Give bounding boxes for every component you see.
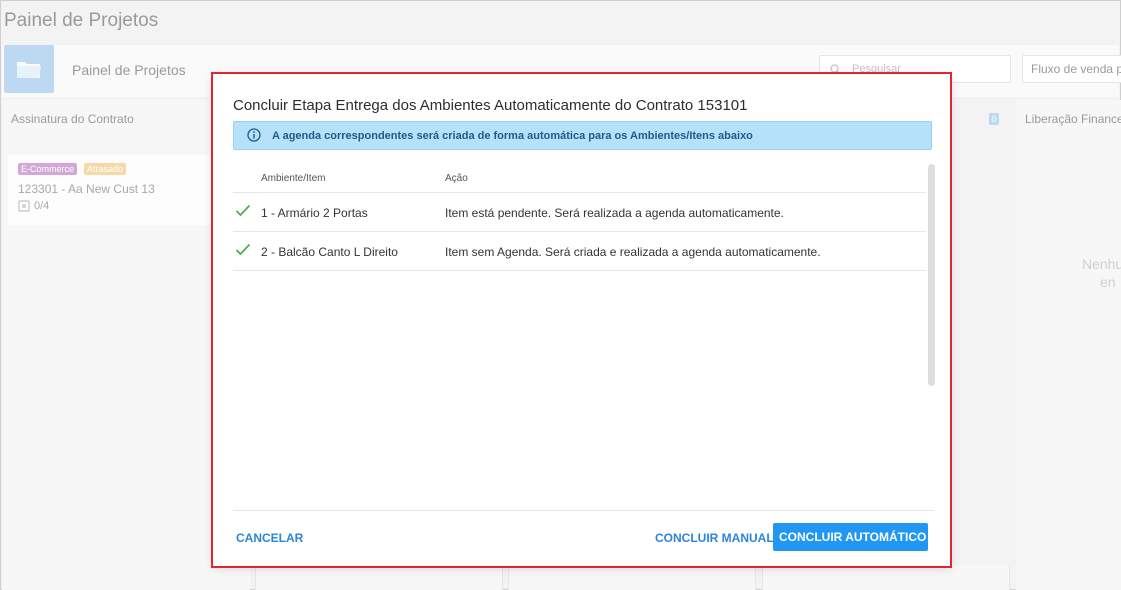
- ecommerce-badge: E-Commerce: [18, 163, 78, 175]
- empty-message: Nenhu en: [1082, 256, 1121, 290]
- column-title: Assinatura do Contrato: [11, 112, 134, 126]
- checklist-icon: [18, 200, 30, 212]
- late-badge: Atrasado: [84, 163, 127, 175]
- card-name: 123301 - Aa New Cust 13: [18, 182, 155, 196]
- count-badge: 0: [989, 113, 999, 125]
- card-progress: 0/4: [18, 200, 49, 212]
- fluxo-select[interactable]: Fluxo de venda pa: [1022, 55, 1121, 83]
- column-placeholder: [255, 565, 503, 590]
- progress-text: 0/4: [34, 200, 50, 212]
- column-liberacao: Liberação Financeira Nenhu en: [1016, 100, 1121, 590]
- column-title: Liberação Financeira: [1025, 112, 1121, 126]
- column-placeholder: [508, 565, 756, 590]
- toolbar-title: Painel de Projetos: [72, 62, 186, 78]
- folder-icon: [17, 62, 41, 78]
- project-card[interactable]: E-Commerce Atrasado 123301 - Aa New Cust…: [8, 155, 244, 225]
- highlight-frame: [211, 72, 952, 568]
- folder-button[interactable]: [4, 45, 54, 93]
- column-placeholder: [762, 565, 1010, 590]
- page-title: Painel de Projetos: [4, 10, 159, 31]
